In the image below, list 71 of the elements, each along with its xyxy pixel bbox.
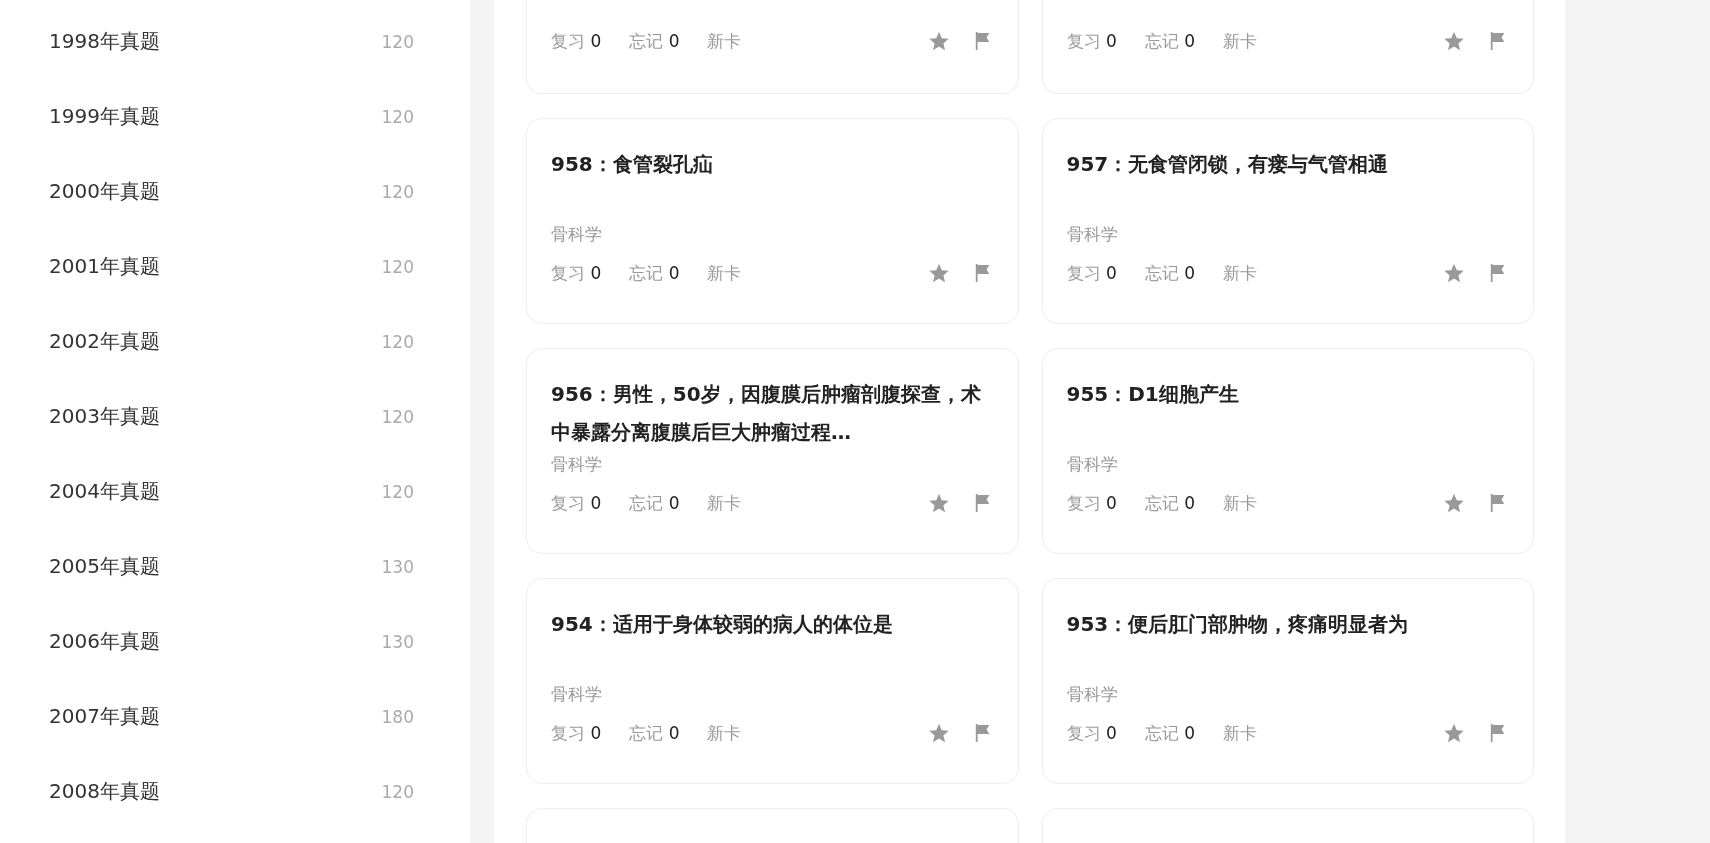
stat-label: 复习 0	[551, 261, 602, 285]
stat-label: 复习 0	[551, 491, 602, 515]
star-icon[interactable]	[927, 30, 950, 52]
sidebar-item[interactable]: 1998年真题 120	[0, 4, 470, 79]
flag-icon[interactable]	[1489, 263, 1507, 283]
stat-label: 忘记 0	[1144, 721, 1195, 745]
stat-label: 新卡	[707, 721, 742, 745]
stat-label: 新卡	[707, 491, 742, 515]
question-card[interactable]: 957：无食管闭锁，有瘘与气管相通 骨科学 复习 0 忘记 0 新卡	[1041, 118, 1534, 324]
sidebar-item[interactable]: 2000年真题 120	[0, 154, 470, 229]
star-icon[interactable]	[927, 492, 950, 514]
flag-icon[interactable]	[973, 723, 992, 743]
flag-icon[interactable]	[973, 493, 992, 513]
question-title: 957：无食管闭锁，有瘘与气管相通	[1066, 151, 1390, 178]
category-label: 骨科学	[1066, 223, 1119, 246]
stat-label: 新卡	[1222, 721, 1257, 745]
question-title: 956：男性，50岁，因腹膜后肿瘤剖腹探查，术中暴露分离腹膜后巨大肿瘤过程…	[551, 381, 982, 446]
flag-icon[interactable]	[973, 31, 992, 51]
sidebar-item[interactable]: 2003年真题 120	[0, 379, 470, 454]
stat-label: 忘记 0	[629, 29, 680, 53]
stat-label: 忘记 0	[1144, 261, 1195, 285]
question-card[interactable]: 954：适用于身体较弱的病人的体位是 骨科学 复习 0 忘记 0 新卡	[526, 578, 1019, 784]
sidebar-item[interactable]: 2005年真题 130	[0, 529, 470, 604]
star-icon[interactable]	[1443, 30, 1465, 52]
sidebar-item[interactable]: 2008年真题 120	[0, 754, 470, 829]
sidebar-item[interactable]: 2004年真题 120	[0, 454, 470, 529]
stat-label: 新卡	[1222, 491, 1257, 515]
star-icon[interactable]	[1443, 262, 1465, 284]
question-title: 955：D1细胞产生	[1066, 381, 1240, 408]
stat-label: 忘记 0	[629, 261, 680, 285]
stat-label: 新卡	[1222, 261, 1257, 285]
sidebar-item[interactable]: 1999年真题 120	[0, 79, 470, 154]
stat-label: 复习 0	[1066, 491, 1117, 515]
sidebar-item[interactable]: 2007年真题 180	[0, 679, 470, 754]
question-card[interactable]: 复习 0 忘记 0 新卡	[526, 0, 1019, 94]
star-icon[interactable]	[927, 262, 950, 284]
category-label: 骨科学	[1066, 683, 1119, 706]
star-icon[interactable]	[927, 722, 950, 744]
star-icon[interactable]	[1443, 722, 1465, 744]
category-label: 骨科学	[551, 453, 603, 476]
flag-icon[interactable]	[1489, 493, 1507, 513]
stat-label: 忘记 0	[629, 721, 680, 745]
stat-label: 忘记 0	[1144, 29, 1195, 53]
question-card[interactable]: 956：男性，50岁，因腹膜后肿瘤剖腹探查，术中暴露分离腹膜后巨大肿瘤过程… 骨科学 复习 0 忘记 0 新卡	[526, 348, 1019, 554]
question-card[interactable]: 958：食管裂孔疝 骨科学 复习 0 忘记 0 新卡	[526, 118, 1019, 324]
question-card[interactable]: 955：D1细胞产生 骨科学 复习 0 忘记 0 新卡	[1041, 348, 1534, 554]
sidebar-item[interactable]: 2001年真题 120	[0, 229, 470, 304]
category-label: 骨科学	[551, 683, 603, 706]
flag-icon[interactable]	[1489, 31, 1507, 51]
stat-label: 新卡	[707, 29, 742, 53]
stat-label: 复习 0	[1066, 261, 1117, 285]
question-title: 958：食管裂孔疝	[551, 151, 714, 178]
flag-icon[interactable]	[973, 263, 992, 283]
question-title: 954：适用于身体较弱的病人的体位是	[551, 611, 894, 638]
stat-label: 复习 0	[1066, 29, 1117, 53]
stat-label: 忘记 0	[1144, 491, 1195, 515]
question-title: 953：便后肛门部肿物，疼痛明显者为	[1066, 611, 1410, 638]
question-card[interactable]: 953：便后肛门部肿物，疼痛明显者为 骨科学 复习 0 忘记 0 新卡	[1041, 578, 1534, 784]
sidebar-item[interactable]: 2002年真题 120	[0, 304, 470, 379]
stat-label: 复习 0	[551, 29, 602, 53]
sidebar-item[interactable]: 2006年真题 130	[0, 604, 470, 679]
stat-label: 复习 0	[551, 721, 602, 745]
stat-label: 新卡	[707, 261, 742, 285]
flag-icon[interactable]	[1489, 723, 1507, 743]
category-label: 骨科学	[551, 223, 603, 246]
stat-label: 复习 0	[1066, 721, 1117, 745]
category-label: 骨科学	[1066, 453, 1119, 476]
stat-label: 忘记 0	[629, 491, 680, 515]
star-icon[interactable]	[1443, 492, 1465, 514]
stat-label: 新卡	[1222, 29, 1257, 53]
question-card[interactable]: 复习 0 忘记 0 新卡	[1041, 0, 1534, 94]
